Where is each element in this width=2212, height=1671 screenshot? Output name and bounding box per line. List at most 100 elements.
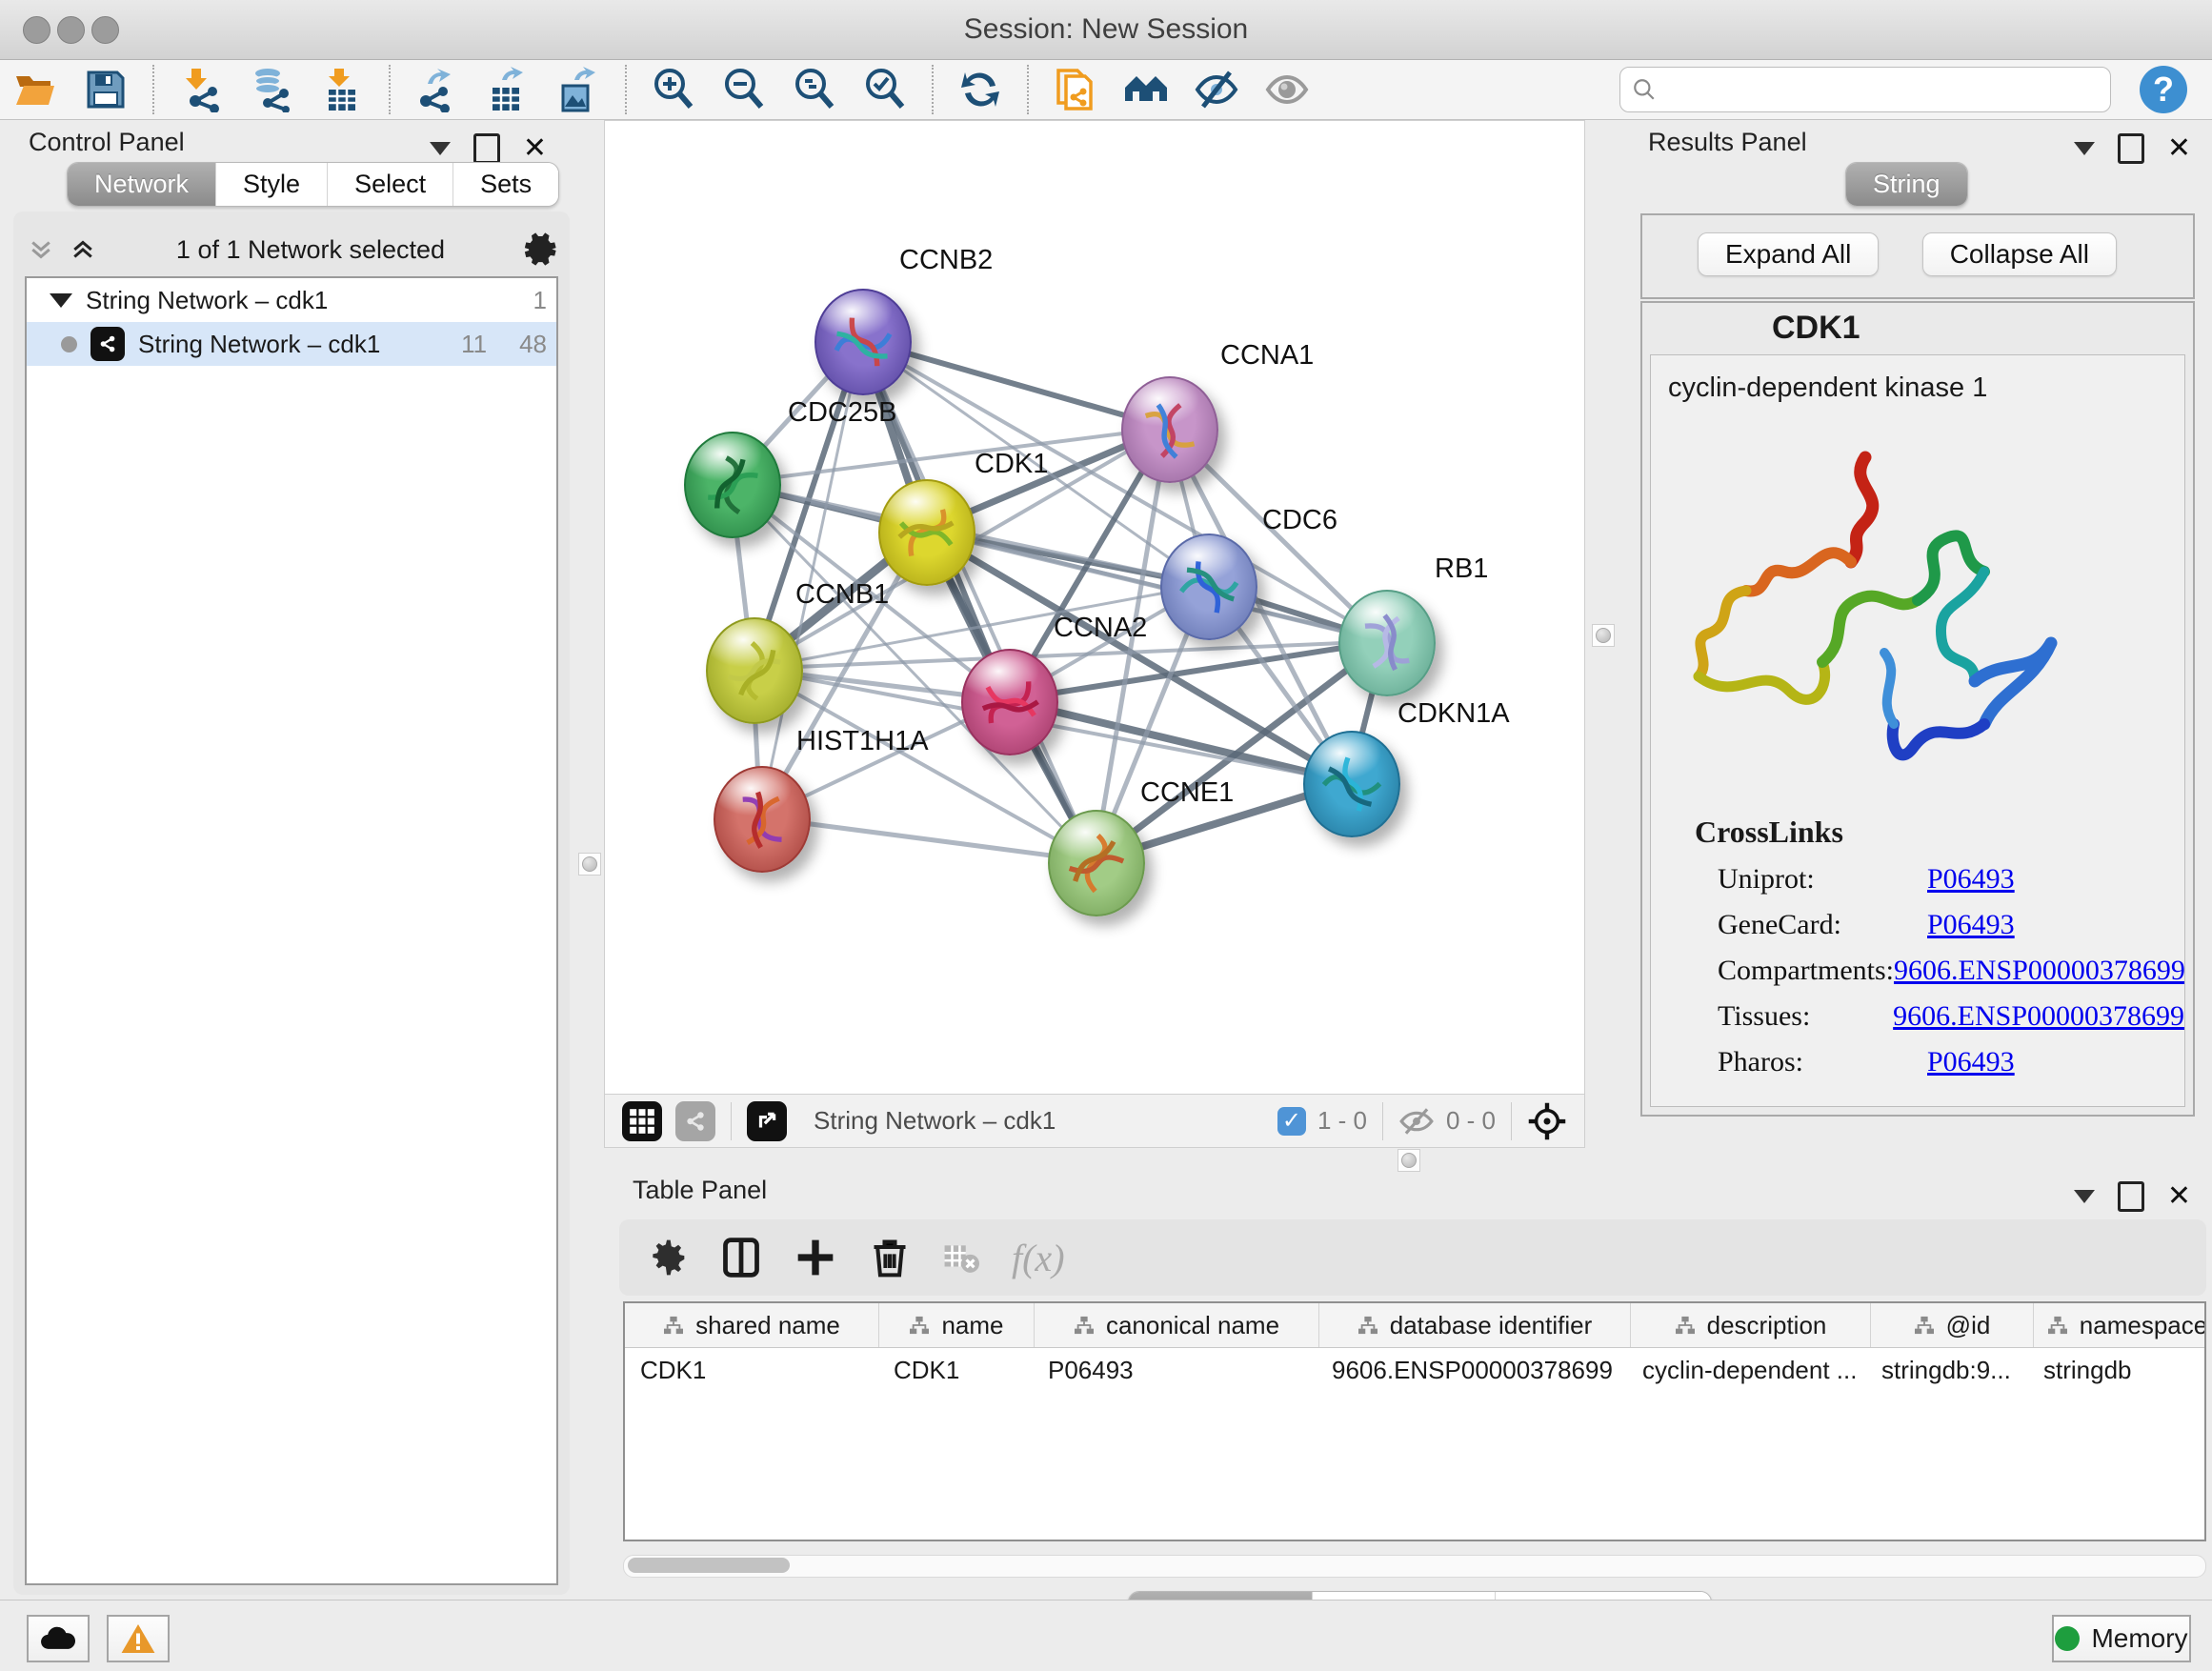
crosslink-link[interactable]: P06493 [1927,863,2015,896]
close-panel-icon[interactable]: ✕ [2167,134,2191,163]
hidden-eye-icon[interactable] [1398,1107,1435,1136]
tab-network[interactable]: Network [68,163,216,206]
warning-status-button[interactable] [107,1615,170,1662]
table-cell[interactable]: CDK1 [878,1348,1033,1392]
collapse-panel-icon[interactable] [2074,142,2095,155]
import-table-button[interactable] [317,65,367,114]
grid-view-icon[interactable] [622,1101,662,1141]
selected-counts: 1 - 0 [1317,1106,1367,1136]
crosslink-row: Pharos:P06493 [1718,1046,2184,1078]
crosslink-link[interactable]: P06493 [1927,909,2015,941]
tree-expand-icon[interactable] [50,293,72,308]
network-share-icon[interactable] [675,1101,715,1141]
crosslinks-heading: CrossLinks [1695,815,2184,850]
refresh-view-button[interactable] [955,65,1005,114]
network-node-CDC6[interactable] [1160,534,1257,640]
hide-panel-eye-button[interactable] [1192,65,1241,114]
crosslink-link[interactable]: 9606.ENSP00000378699 [1894,955,2185,987]
crosslink-link[interactable]: 9606.ENSP00000378699 [1893,1000,2184,1033]
table-cell[interactable]: stringdb [2028,1348,2206,1392]
open-session-button[interactable] [10,65,60,114]
collapse-panel-icon[interactable] [430,142,451,155]
column-header-description[interactable]: description [1631,1303,1871,1347]
delete-column-icon[interactable] [869,1237,911,1278]
right-splitter-handle[interactable] [1592,624,1615,647]
tab-style[interactable]: Style [216,163,328,206]
eye-slash-icon [1194,67,1239,112]
tab-string[interactable]: String [1846,163,1967,206]
float-panel-icon[interactable] [2118,133,2144,164]
table-cell[interactable]: 9606.ENSP00000378699 [1317,1348,1627,1392]
network-node-CCNA2[interactable] [961,649,1058,755]
node-label-CDC6: CDC6 [1262,505,1337,536]
column-header-shared-name[interactable]: shared name [625,1303,879,1347]
close-panel-icon[interactable]: ✕ [523,134,547,163]
column-header-database-identifier[interactable]: database identifier [1319,1303,1631,1347]
selected-checkbox[interactable]: ✓ [1277,1107,1306,1136]
import-network-file-button[interactable] [176,65,226,114]
bottom-splitter-handle[interactable] [1398,1149,1420,1172]
network-node-CDKN1A[interactable] [1303,731,1400,837]
import-network-database-button[interactable] [247,65,296,114]
add-column-icon[interactable] [794,1237,836,1278]
network-node-RB1[interactable] [1338,590,1436,696]
crosslink-link[interactable]: P06493 [1927,1046,2015,1078]
scrollbar-thumb[interactable] [628,1558,790,1573]
table-cell[interactable]: CDK1 [625,1348,878,1392]
table-horizontal-scrollbar[interactable] [623,1555,2206,1578]
float-panel-icon[interactable] [473,133,500,164]
export-image-button[interactable] [553,65,603,114]
share-document-button[interactable] [1051,65,1100,114]
network-node-CDK1[interactable] [878,479,975,586]
column-header-canonical-name[interactable]: canonical name [1035,1303,1319,1347]
network-row[interactable]: String Network – cdk1 11 48 [27,322,556,366]
tab-sets[interactable]: Sets [453,163,558,206]
tab-select[interactable]: Select [328,163,453,206]
warning-icon [120,1622,156,1655]
save-session-button[interactable] [81,65,131,114]
zoom-selected-button[interactable] [860,65,910,114]
birdseye-crosshair-icon[interactable] [1527,1101,1567,1141]
expand-all-icon[interactable] [67,235,99,264]
table-cell[interactable]: stringdb:9... [1866,1348,2028,1392]
network-node-CDC25B[interactable] [684,432,781,538]
left-splitter-handle[interactable] [578,853,601,876]
close-panel-icon[interactable]: ✕ [2167,1182,2191,1211]
float-panel-icon[interactable] [2118,1181,2144,1212]
show-panel-eye-button[interactable] [1262,65,1312,114]
network-node-CCNA1[interactable] [1121,376,1218,483]
search-field[interactable] [1619,67,2111,112]
export-network-button[interactable] [412,65,462,114]
collapse-all-icon[interactable] [25,235,57,264]
export-table-button[interactable] [483,65,533,114]
cdk1-section-header[interactable]: CDK1 [1642,303,2193,352]
column-header-name[interactable]: name [879,1303,1035,1347]
network-node-CCNB1[interactable] [706,617,803,724]
zoom-fit-button[interactable] [790,65,839,114]
cloud-status-button[interactable] [27,1615,90,1662]
crosslink-row: GeneCard:P06493 [1718,909,2184,941]
network-node-CCNE1[interactable] [1048,810,1145,916]
table-gear-icon[interactable] [646,1237,688,1278]
memory-button[interactable]: Memory [2052,1615,2191,1662]
collapse-panel-icon[interactable] [2074,1190,2095,1203]
zoom-out-button[interactable] [719,65,769,114]
table-cell[interactable]: cyclin-dependent ... [1627,1348,1866,1392]
search-input[interactable] [1657,74,2099,106]
home-networks-button[interactable] [1121,65,1171,114]
expand-all-button[interactable]: Expand All [1698,232,1879,276]
gear-icon[interactable] [522,232,558,268]
toolbar-separator [152,65,154,114]
network-collection-row[interactable]: String Network – cdk1 1 [27,278,556,322]
open-in-window-icon[interactable] [747,1101,787,1141]
network-node-HIST1H1A[interactable] [714,766,811,873]
help-button[interactable]: ? [2140,66,2187,113]
collapse-all-button[interactable]: Collapse All [1922,232,2117,276]
zoom-in-button[interactable] [649,65,698,114]
network-canvas[interactable]: CCNB2CCNA1CDC25BCDK1CDC6RB1CCNB1CCNA2CDK… [604,120,1585,1096]
network-node-CCNB2[interactable] [814,289,912,395]
column-header--id[interactable]: @id [1871,1303,2034,1347]
table-cell[interactable]: P06493 [1033,1348,1317,1392]
show-columns-icon[interactable] [720,1237,762,1278]
column-header-namespace[interactable]: namespace [2034,1303,2206,1347]
